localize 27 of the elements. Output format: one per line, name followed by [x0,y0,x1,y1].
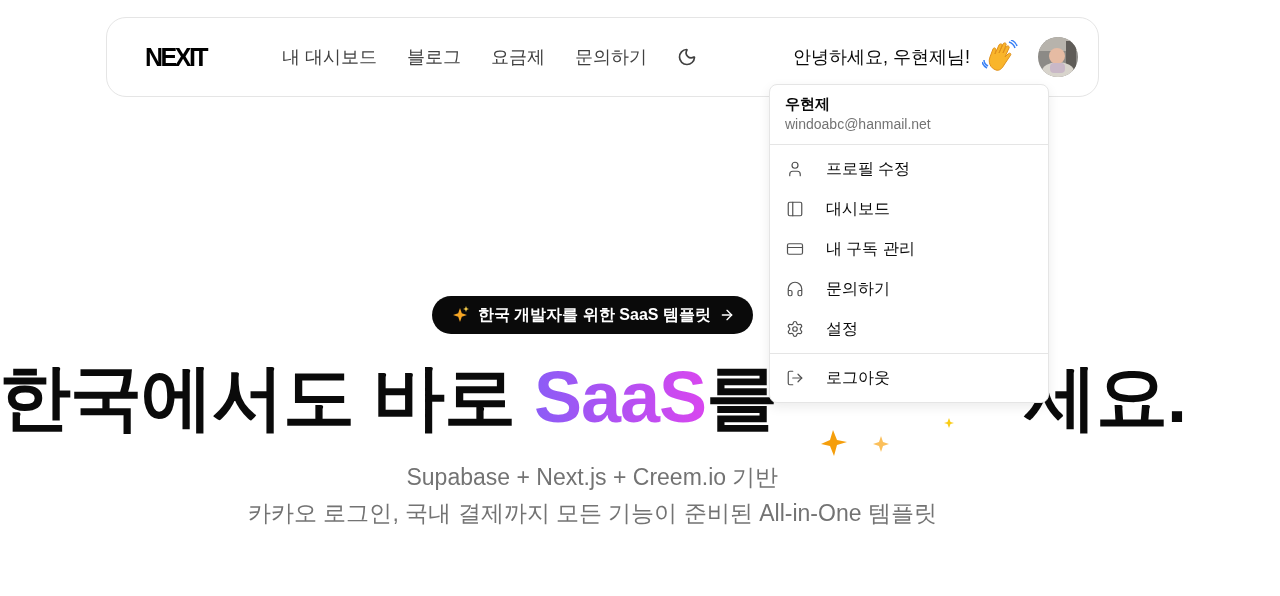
waving-hand-icon [982,40,1018,74]
nav-link[interactable]: 블로그 [407,45,462,69]
nav-link[interactable]: 요금제 [491,45,546,69]
credit-card-icon [786,240,804,258]
headphones-icon [786,280,804,298]
greeting: 안녕하세요, 우현제님! [793,46,970,69]
menu-item[interactable]: 문의하기 [770,269,1048,309]
hero-subtitle: 카카오 로그인, 국내 결제까지 모든 기능이 준비된 All-in-One 템플릿 [248,499,937,529]
logout-icon [786,369,804,387]
announcement-badge[interactable]: 한국 개발자를 위한 SaaS 템플릿 [432,296,753,334]
menu-item[interactable]: 로그아웃 [770,358,1048,398]
nav-link[interactable]: 내 대시보드 [282,45,378,69]
menu-item[interactable]: 내 구독 관리 [770,229,1048,269]
settings-icon [786,320,804,338]
panel-icon [786,200,804,218]
sparkles-icon [452,306,471,324]
user-email: windoabc@hanmail.net [785,116,932,132]
user-name: 우현제 [785,95,831,114]
hero-subtitle: Supabase + Next.js + Creem.io 기반 [406,463,779,493]
nav-link[interactable]: 문의하기 [575,45,648,69]
logo[interactable]: NEXIT [145,42,207,72]
menu-item[interactable]: 프로필 수정 [770,149,1048,189]
menu-item[interactable]: 설정 [770,309,1048,349]
avatar[interactable] [1038,37,1078,77]
menu-item[interactable]: 대시보드 [770,189,1048,229]
moon-icon[interactable] [677,47,698,67]
user-icon [786,160,804,178]
